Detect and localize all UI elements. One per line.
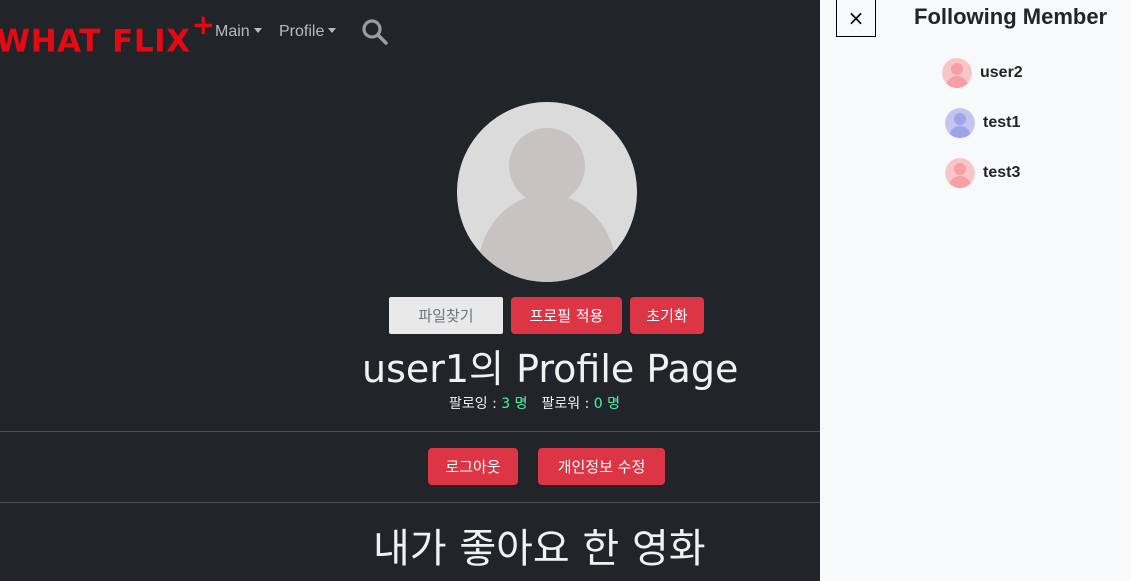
- profile-main: WHAT FLIX+ Main Profile 파일찾기 프로필 적용 초기화 …: [0, 0, 820, 581]
- followers-label: 팔로워 :: [541, 396, 594, 412]
- member-name: test3: [983, 164, 1021, 181]
- nav-main-dropdown[interactable]: Main: [215, 23, 262, 41]
- search-icon[interactable]: [361, 18, 389, 46]
- member-item[interactable]: test1: [945, 108, 1020, 138]
- follow-stats: 팔로잉 : 3 명 팔로워 : 0 명: [449, 393, 620, 413]
- user-avatar-icon: [942, 58, 972, 88]
- nav-profile-label: Profile: [279, 23, 325, 40]
- apply-profile-button[interactable]: 프로필 적용: [511, 297, 622, 334]
- profile-avatar: [457, 102, 637, 282]
- following-label: 팔로잉 :: [449, 396, 502, 412]
- user-avatar-icon: [945, 158, 975, 188]
- reset-button[interactable]: 초기화: [630, 297, 704, 334]
- liked-movies-title: 내가 좋아요 한 영화: [373, 526, 706, 572]
- nav-main-label: Main: [215, 23, 250, 40]
- user-avatar-icon: [945, 108, 975, 138]
- member-name: test1: [983, 114, 1021, 131]
- brand-logo[interactable]: WHAT FLIX+: [0, 8, 216, 59]
- followers-count[interactable]: 0 명: [594, 396, 620, 412]
- caret-down-icon: [253, 28, 262, 33]
- file-select-button[interactable]: 파일찾기: [389, 297, 503, 334]
- brand-plus: +: [191, 8, 216, 41]
- divider: [0, 502, 820, 503]
- following-panel: × Following Member user2 test1 test3: [820, 0, 1131, 581]
- member-name: user2: [980, 64, 1023, 81]
- member-item[interactable]: test3: [945, 158, 1020, 188]
- caret-down-icon: [328, 28, 337, 33]
- page-title: user1의 Profile Page: [362, 347, 739, 391]
- panel-title: Following Member: [914, 4, 1108, 29]
- divider: [0, 431, 820, 432]
- member-item[interactable]: user2: [942, 58, 1023, 88]
- user-avatar-icon: [457, 102, 637, 282]
- following-count[interactable]: 3 명: [501, 396, 527, 412]
- close-icon[interactable]: ×: [836, 0, 876, 37]
- nav-profile-dropdown[interactable]: Profile: [279, 23, 337, 41]
- logout-button[interactable]: 로그아웃: [428, 448, 518, 485]
- edit-info-button[interactable]: 개인정보 수정: [538, 448, 665, 485]
